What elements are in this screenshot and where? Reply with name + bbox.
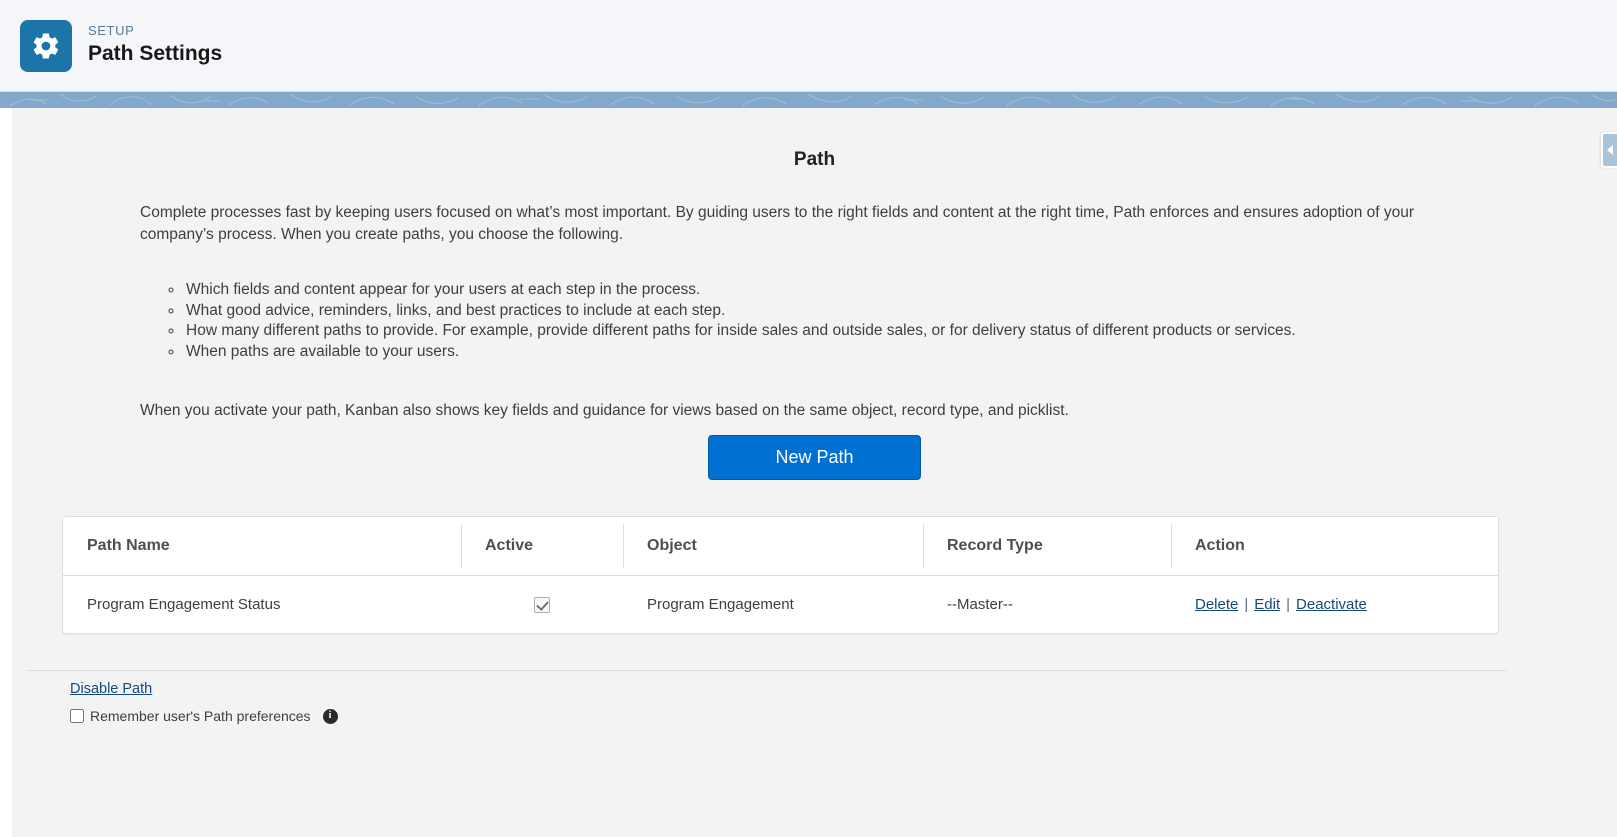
active-checkbox (534, 596, 550, 613)
chevron-left-icon (1607, 145, 1613, 155)
table-row: Program Engagement Status Program Engage… (63, 575, 1498, 633)
remember-preferences-label: Remember user's Path preferences (90, 708, 311, 724)
setup-header-inner: SETUP Path Settings (0, 19, 222, 72)
column-header-record-type[interactable]: Record Type (923, 517, 1171, 576)
remember-preferences-row: Remember user's Path preferences i (70, 708, 338, 724)
intro-paragraph: Complete processes fast by keeping users… (140, 204, 1415, 243)
cell-actions: Delete | Edit | Deactivate (1171, 575, 1498, 633)
section-heading: Path (793, 149, 836, 170)
cell-active (461, 575, 623, 633)
list-item: When paths are available to your users. (184, 342, 1296, 363)
remember-preferences-checkbox[interactable] (70, 709, 84, 723)
action-separator: | (1244, 595, 1249, 613)
column-header-object[interactable]: Object (623, 517, 923, 576)
paths-table-container: Path Name Active Object Record Type Acti… (62, 516, 1499, 634)
action-separator: | (1286, 595, 1291, 613)
disable-path-link[interactable]: Disable Path (70, 681, 152, 697)
list-item: How many different paths to provide. For… (184, 321, 1296, 342)
cell-record-type: --Master-- (947, 595, 1013, 613)
table-header: Path Name Active Object Record Type Acti… (63, 517, 1498, 576)
edit-link[interactable]: Edit (1254, 596, 1280, 613)
header-text: SETUP Path Settings (88, 24, 222, 66)
new-path-button-row: New Path (12, 435, 1617, 480)
table-body: Program Engagement Status Program Engage… (63, 575, 1498, 633)
page-title: Path Settings (88, 42, 223, 66)
path-settings-page: SETUP Path Settings Path Complete proces… (0, 0, 1617, 837)
list-item: What good advice, reminders, links, and … (184, 301, 1296, 322)
column-header-active[interactable]: Active (461, 517, 623, 576)
column-header-action[interactable]: Action (1171, 517, 1498, 576)
paths-table: Path Name Active Object Record Type Acti… (63, 517, 1498, 633)
closing-paragraph: When you activate your path, Kanban also… (140, 401, 1069, 419)
main-content-area: Path Complete processes fast by keeping … (0, 108, 1617, 837)
cell-object: Program Engagement (647, 595, 794, 613)
decorative-banner (0, 92, 1617, 108)
delete-link[interactable]: Delete (1195, 596, 1238, 613)
list-item: Which fields and content appear for your… (184, 280, 1296, 301)
table-header-row: Path Name Active Object Record Type Acti… (63, 517, 1498, 576)
cell-path-name: Program Engagement Status (87, 595, 281, 613)
setup-header: SETUP Path Settings (0, 0, 1617, 92)
feature-bullet-list: Which fields and content appear for your… (162, 280, 1296, 362)
setup-eyebrow: SETUP (88, 23, 135, 39)
gear-icon (20, 19, 72, 72)
footer-divider (26, 670, 1507, 671)
info-icon[interactable]: i (322, 708, 338, 724)
collapse-panel-handle[interactable] (1601, 132, 1617, 168)
new-path-button[interactable]: New Path (708, 435, 921, 480)
column-header-path-name[interactable]: Path Name (63, 517, 461, 576)
deactivate-link[interactable]: Deactivate (1296, 596, 1367, 613)
path-content: Path Complete processes fast by keeping … (12, 108, 1617, 837)
